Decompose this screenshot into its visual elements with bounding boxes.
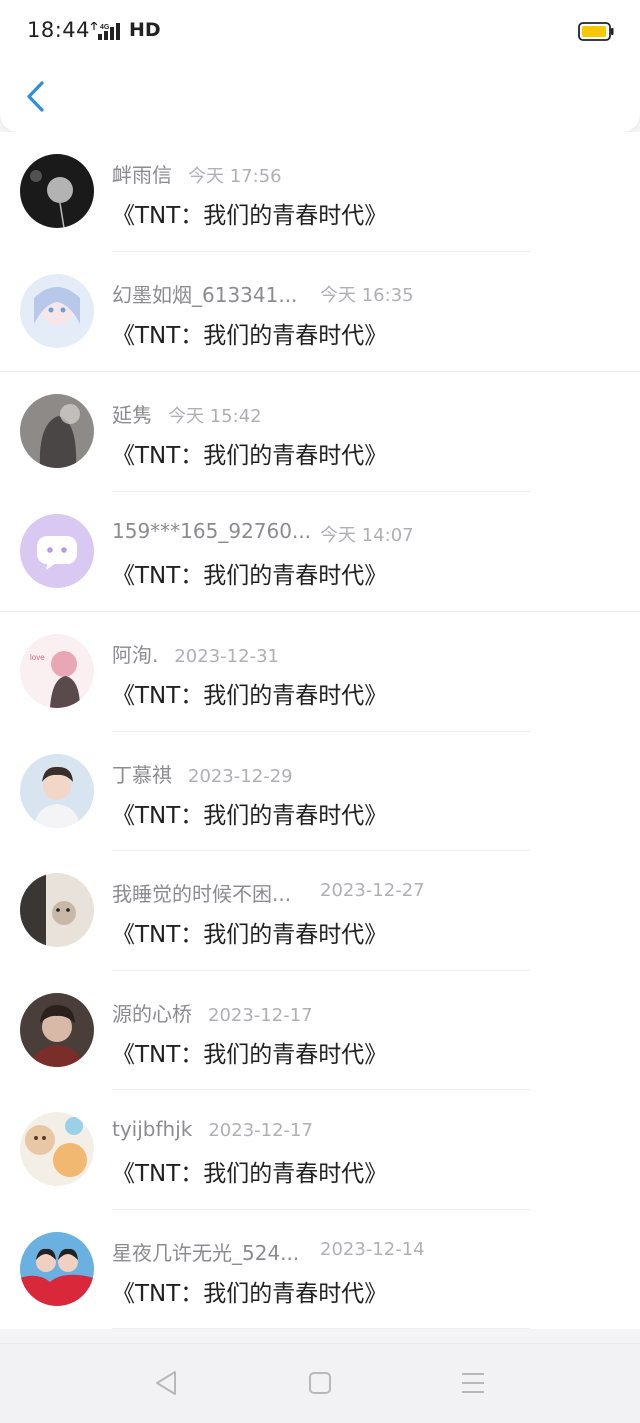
avatar[interactable] [20, 873, 94, 947]
status-bar: 18:44 4G HD [0, 0, 640, 64]
item-title: 《TNT：我们的青春时代》 [112, 1041, 388, 1068]
item-title: 《TNT：我们的青春时代》 [112, 443, 388, 469]
svg-text:love: love [30, 653, 45, 662]
item-title: 《TNT：我们的青春时代》 [112, 1161, 388, 1187]
item-title: 《TNT：我们的青春时代》 [112, 802, 388, 829]
item-meta: tyijbfhjk 2023-12-17 [112, 1117, 313, 1147]
item-meta: 丁慕祺 2023-12-29 [112, 759, 293, 789]
user-name[interactable]: 我睡觉的时候不困... [112, 882, 291, 906]
network-type: 4G [100, 24, 110, 31]
triangle-back-icon [156, 1371, 176, 1395]
item-date: 今天 16:35 [320, 284, 414, 306]
item-meta: 阿洵. 2023-12-31 [112, 639, 279, 669]
user-name[interactable]: 星夜几许无光_524... [112, 1241, 299, 1265]
item-date: 今天 15:42 [168, 406, 262, 427]
user-list: 衅雨信 今天 17:56 《TNT：我们的青春时代》 幻墨如烟_613341...… [0, 132, 640, 1329]
item-date: 2023-12-31 [174, 646, 279, 667]
square-home-icon [309, 1372, 331, 1394]
top-header: 18:44 4G HD [0, 0, 640, 132]
battery-icon [578, 22, 614, 41]
avatar-image [20, 873, 94, 947]
back-button[interactable] [18, 76, 58, 116]
list-item[interactable]: 丁慕祺 2023-12-29 《TNT：我们的青春时代》 [0, 731, 640, 851]
system-nav-bar [0, 1343, 640, 1423]
list-item[interactable]: 幻墨如烟_613341... 今天 16:35 《TNT：我们的青春时代》 [0, 251, 640, 371]
signal-icon: 4G [90, 22, 120, 40]
avatar-image [20, 394, 94, 468]
item-title: 《TNT：我们的青春时代》 [112, 562, 388, 589]
item-date: 2023-12-17 [208, 1120, 313, 1141]
divider [112, 1328, 530, 1329]
item-date: 2023-12-17 [208, 1004, 313, 1026]
item-date: 今天 17:56 [188, 166, 282, 187]
list-item[interactable]: 衅雨信 今天 17:56 《TNT：我们的青春时代》 [0, 132, 640, 252]
avatar[interactable] [20, 273, 94, 348]
item-date: 2023-12-29 [188, 765, 293, 787]
chevron-left-icon [27, 81, 44, 112]
status-time: 18:44 [27, 18, 91, 42]
list-item[interactable]: 我睡觉的时候不困... 2023-12-27 《TNT：我们的青春时代》 [0, 851, 640, 971]
list-item[interactable]: 源的心桥 2023-12-17 《TNT：我们的青春时代》 [0, 970, 640, 1090]
avatar[interactable] [20, 513, 94, 588]
avatar-image [20, 154, 94, 228]
nav-home-button[interactable] [305, 1368, 335, 1398]
hamburger-menu-icon [462, 1373, 484, 1393]
item-date: 今天 14:07 [320, 524, 414, 546]
list-item[interactable]: 延隽 今天 15:42 《TNT：我们的青春时代》 [0, 371, 640, 492]
avatar[interactable] [20, 992, 94, 1067]
list-item[interactable]: 159***165_92760... 今天 14:07 《TNT：我们的青春时代》 [0, 491, 640, 611]
item-title: 《TNT：我们的青春时代》 [112, 322, 388, 349]
user-name[interactable]: 衅雨信 [112, 163, 172, 187]
item-meta: 衅雨信 今天 17:56 [112, 159, 282, 189]
item-meta: 延隽 今天 15:42 [112, 399, 262, 429]
user-name[interactable]: tyijbfhjk [112, 1117, 192, 1141]
item-meta: 源的心桥 2023-12-17 [112, 998, 313, 1028]
item-title: 《TNT：我们的青春时代》 [112, 1280, 388, 1307]
list-item[interactable]: love 阿洵. 2023-12-31 《TNT：我们的青春时代》 [0, 611, 640, 732]
avatar-image [20, 1112, 94, 1186]
user-name[interactable]: 幻墨如烟_613341... [112, 283, 297, 307]
hd-label: HD [129, 19, 161, 41]
item-title: 《TNT：我们的青春时代》 [112, 203, 388, 229]
user-name[interactable]: 延隽 [112, 403, 152, 427]
user-name[interactable]: 源的心桥 [112, 1002, 192, 1026]
user-name[interactable]: 丁慕祺 [112, 763, 172, 787]
item-date: 2023-12-14 [320, 1238, 425, 1260]
item-date: 2023-12-27 [320, 880, 425, 901]
nav-back-button[interactable] [151, 1368, 181, 1398]
item-meta: 我睡觉的时候不困... 2023-12-27 [112, 878, 425, 908]
avatar[interactable]: love [20, 634, 94, 708]
list-item[interactable]: tyijbfhjk 2023-12-17 《TNT：我们的青春时代》 [0, 1090, 640, 1210]
item-meta: 159***165_92760... 今天 14:07 [112, 519, 414, 549]
avatar[interactable] [20, 394, 94, 468]
item-title: 《TNT：我们的青春时代》 [112, 683, 388, 709]
avatar-image [20, 992, 94, 1067]
user-name[interactable]: 159***165_92760... [112, 519, 311, 543]
item-meta: 幻墨如烟_613341... 今天 16:35 [112, 279, 414, 309]
avatar[interactable] [20, 1231, 94, 1306]
avatar-image [20, 273, 94, 348]
avatar[interactable] [20, 753, 94, 828]
nav-menu-button[interactable] [458, 1368, 488, 1398]
default-chat-avatar-icon [20, 513, 94, 588]
avatar[interactable] [20, 1112, 94, 1186]
avatar-image: love [20, 634, 94, 708]
avatar[interactable] [20, 154, 94, 228]
item-meta: 星夜几许无光_524... 2023-12-14 [112, 1237, 425, 1267]
avatar-image [20, 753, 94, 828]
user-name[interactable]: 阿洵. [112, 643, 158, 667]
list-item[interactable]: 星夜几许无光_524... 2023-12-14 《TNT：我们的青春时代》 [0, 1209, 640, 1329]
avatar-image [20, 1231, 94, 1306]
item-title: 《TNT：我们的青春时代》 [112, 922, 388, 948]
